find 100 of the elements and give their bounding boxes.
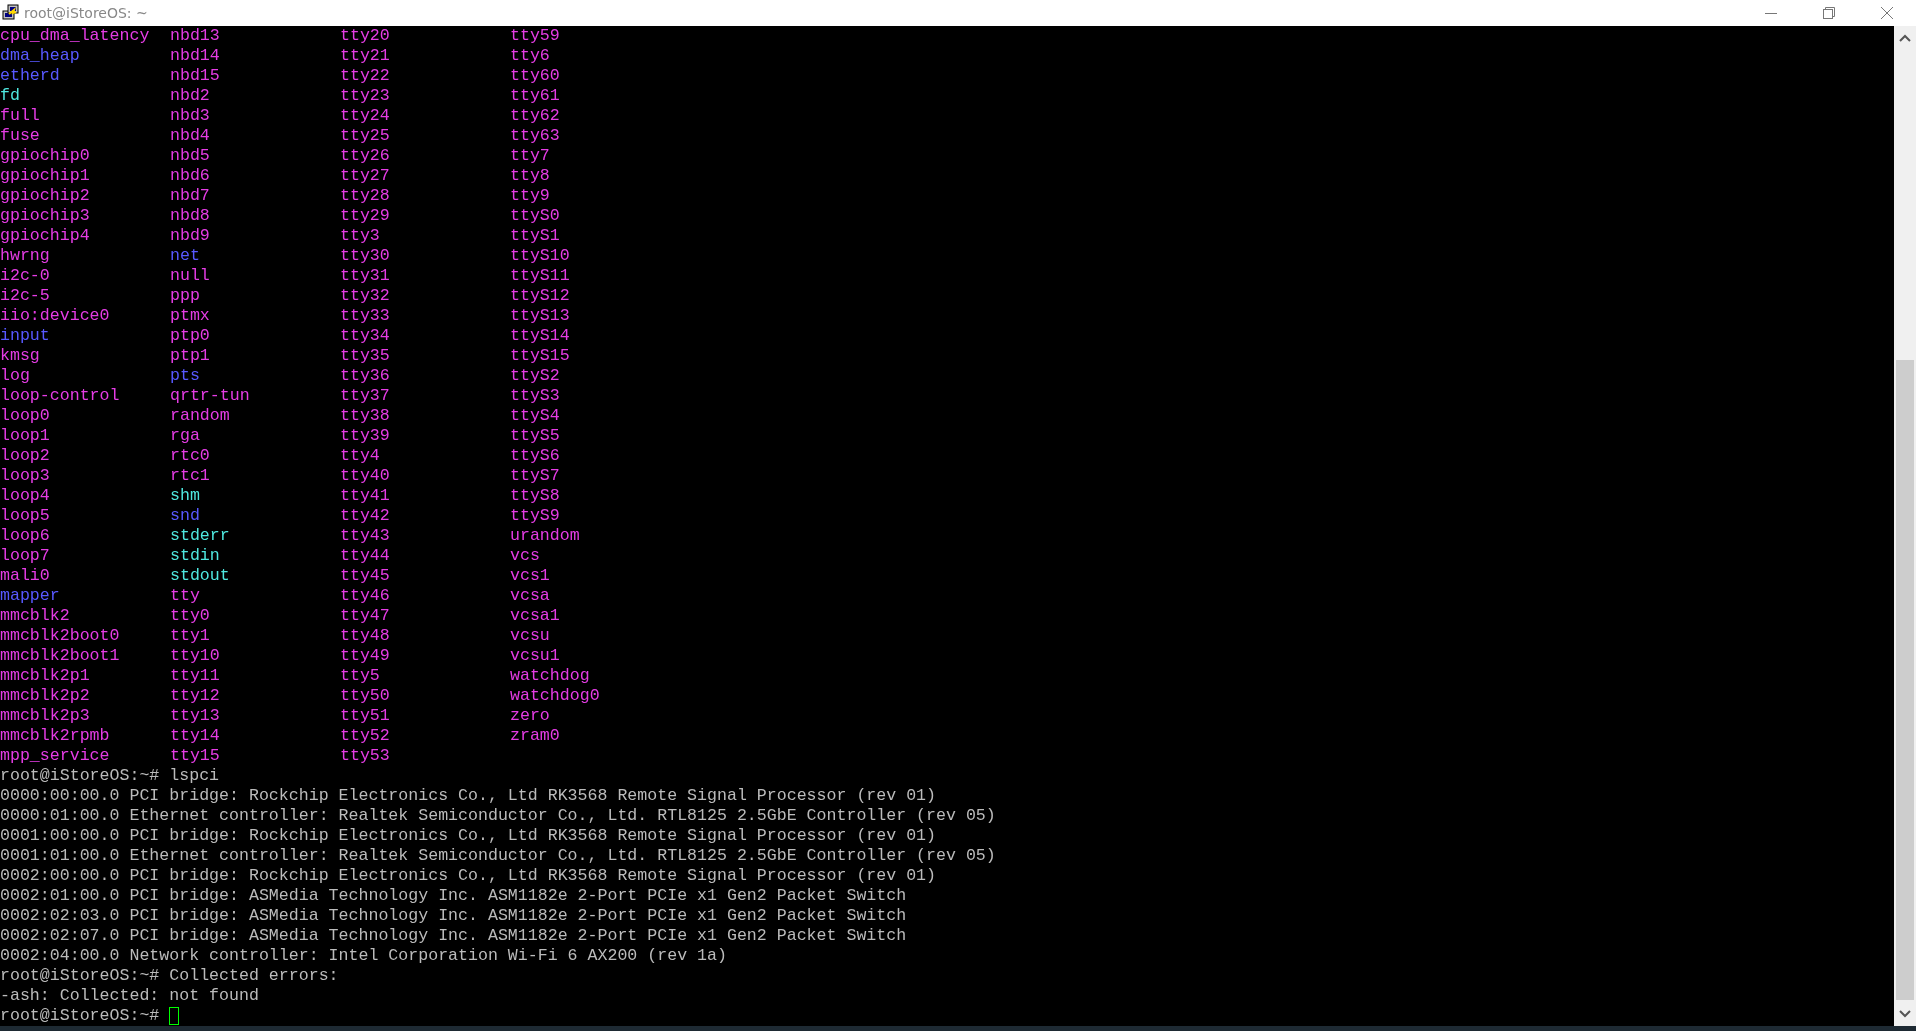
file-name: pts — [170, 366, 201, 386]
file-name: tty41 — [340, 486, 391, 506]
file-name: loop6 — [0, 526, 51, 546]
terminal-line: 0002:02:07.0 PCI bridge: ASMedia Technology Inc. ASM1182e 2-Port PCIe x1 Gen2 Packet Switch — [0, 926, 908, 946]
file-name: mapper — [0, 586, 61, 606]
file-name: gpiochip4 — [0, 226, 91, 246]
file-name: vcsu — [510, 626, 551, 646]
file-name: tty37 — [340, 386, 391, 406]
file-name: tty6 — [510, 46, 551, 66]
file-name: stdout — [170, 566, 231, 586]
file-name: qrtr-tun — [170, 386, 251, 406]
vertical-scrollbar[interactable] — [1894, 26, 1916, 1026]
file-name: loop5 — [0, 506, 51, 526]
file-name: nbd4 — [170, 126, 211, 146]
file-name: ttyS3 — [510, 386, 561, 406]
file-name: loop0 — [0, 406, 51, 426]
close-icon — [1881, 7, 1893, 19]
file-name: tty20 — [340, 26, 391, 46]
file-name: log — [0, 366, 31, 386]
terminal-line: 0002:04:00.0 Network controller: Intel Corporation Wi-Fi 6 AX200 (rev 1a) — [0, 946, 728, 966]
file-name: rtc0 — [170, 446, 211, 466]
file-name: tty4 — [340, 446, 381, 466]
file-name: net — [170, 246, 201, 266]
file-name: loop3 — [0, 466, 51, 486]
file-name: nbd5 — [170, 146, 211, 166]
scroll-down-icon[interactable] — [1899, 1010, 1911, 1018]
file-name: tty44 — [340, 546, 391, 566]
file-name: snd — [170, 506, 201, 526]
file-name: ptp1 — [170, 346, 211, 366]
file-name: mmcblk2boot0 — [0, 626, 121, 646]
file-name: fuse — [0, 126, 41, 146]
file-name: loop2 — [0, 446, 51, 466]
file-name: tty14 — [170, 726, 221, 746]
file-name: gpiochip3 — [0, 206, 91, 226]
file-name: tty1 — [170, 626, 211, 646]
file-name: ttyS7 — [510, 466, 561, 486]
text-cursor — [169, 1007, 180, 1025]
file-name: watchdog0 — [510, 686, 601, 706]
file-name: gpiochip1 — [0, 166, 91, 186]
file-name: kmsg — [0, 346, 41, 366]
file-name: tty39 — [340, 426, 391, 446]
file-name: tty59 — [510, 26, 561, 46]
file-name: nbd8 — [170, 206, 211, 226]
file-name: fd — [0, 86, 21, 106]
file-name: tty48 — [340, 626, 391, 646]
file-name: vcsa — [510, 586, 551, 606]
file-name: tty42 — [340, 506, 391, 526]
file-name: cpu_dma_latency — [0, 26, 151, 46]
file-name: tty — [170, 586, 201, 606]
file-name: tty13 — [170, 706, 221, 726]
file-name: stdin — [170, 546, 221, 566]
file-name: ttyS2 — [510, 366, 561, 386]
file-name: ptmx — [170, 306, 211, 326]
file-name: gpiochip2 — [0, 186, 91, 206]
file-name: ttyS9 — [510, 506, 561, 526]
file-name: loop-control — [0, 386, 121, 406]
file-name: nbd9 — [170, 226, 211, 246]
file-name: ppp — [170, 286, 201, 306]
file-name: ttyS4 — [510, 406, 561, 426]
scrollbar-thumb[interactable] — [1896, 360, 1914, 1000]
file-name: loop4 — [0, 486, 51, 506]
file-name: tty12 — [170, 686, 221, 706]
file-name: vcs — [510, 546, 541, 566]
file-name: tty7 — [510, 146, 551, 166]
file-name: urandom — [510, 526, 581, 546]
file-name: tty53 — [340, 746, 391, 766]
file-name: tty5 — [340, 666, 381, 686]
file-name: mmcblk2 — [0, 606, 71, 626]
file-name: full — [0, 106, 41, 126]
file-name: tty62 — [510, 106, 561, 126]
file-name: tty51 — [340, 706, 391, 726]
terminal-line: 0002:01:00.0 PCI bridge: ASMedia Technology Inc. ASM1182e 2-Port PCIe x1 Gen2 Packet Switch — [0, 886, 908, 906]
file-name: nbd13 — [170, 26, 221, 46]
file-name: iio:device0 — [0, 306, 111, 326]
file-name: ttyS8 — [510, 486, 561, 506]
file-name: tty43 — [340, 526, 391, 546]
scroll-up-icon[interactable] — [1899, 34, 1911, 42]
file-name: tty11 — [170, 666, 221, 686]
file-name: vcsa1 — [510, 606, 561, 626]
file-name: vcsu1 — [510, 646, 561, 666]
file-name: i2c-5 — [0, 286, 51, 306]
terminal-line: 0000:01:00.0 Ethernet controller: Realtek Semiconductor Co., Ltd. RTL8125 2.5GbE Controller (rev 05) — [0, 806, 997, 826]
file-name: ttyS15 — [510, 346, 571, 366]
file-name: dma_heap — [0, 46, 81, 66]
file-name: vcs1 — [510, 566, 551, 586]
terminal-line: 0001:00:00.0 PCI bridge: Rockchip Electronics Co., Ltd RK3568 Remote Signal Processor (rev 01) — [0, 826, 938, 846]
file-name: null — [170, 266, 211, 286]
file-name: tty30 — [340, 246, 391, 266]
file-name: tty35 — [340, 346, 391, 366]
file-name: zram0 — [510, 726, 561, 746]
file-name: tty52 — [340, 726, 391, 746]
horizontal-scrollbar[interactable] — [0, 1026, 1916, 1031]
file-name: tty0 — [170, 606, 211, 626]
shell-prompt: root@iStoreOS:~# — [0, 1006, 160, 1026]
window-title: root@iStoreOS: ~ — [24, 5, 148, 21]
file-name: tty10 — [170, 646, 221, 666]
file-name: tty25 — [340, 126, 391, 146]
terminal-line: root@iStoreOS:~# lspci — [0, 766, 221, 786]
file-name: tty63 — [510, 126, 561, 146]
terminal-line: root@iStoreOS:~# Collected errors: — [0, 966, 340, 986]
